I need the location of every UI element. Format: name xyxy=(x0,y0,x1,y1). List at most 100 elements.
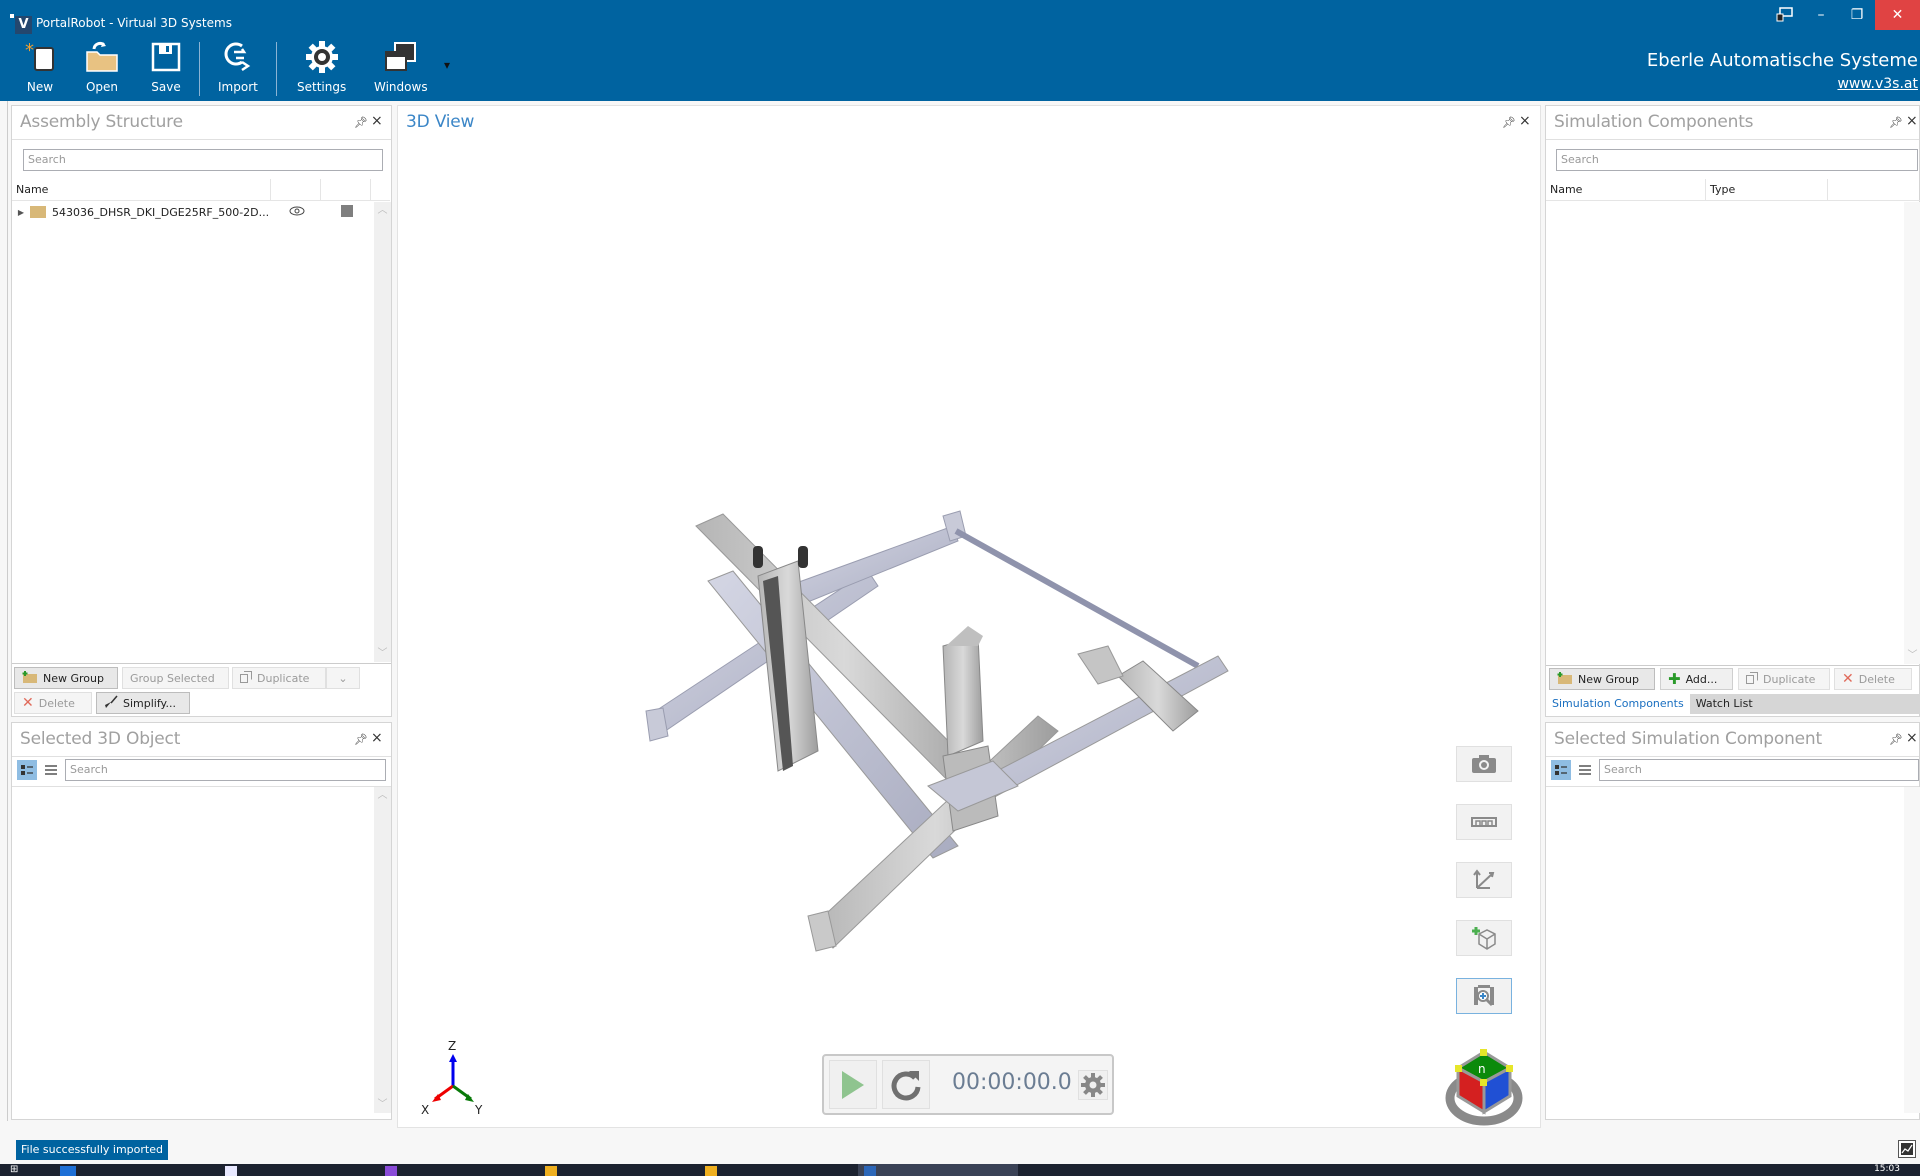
gear-icon xyxy=(1081,1073,1105,1097)
plus-icon: ✚ xyxy=(1668,670,1681,688)
duplicate-button[interactable]: Duplicate xyxy=(232,667,326,689)
settings-button[interactable]: Settings xyxy=(297,38,346,98)
close-panel-icon[interactable]: × xyxy=(1906,730,1918,746)
view-cube[interactable]: n xyxy=(1444,1046,1524,1126)
taskbar-app-icon[interactable] xyxy=(545,1166,557,1176)
delete-x-icon: ✕ xyxy=(22,695,34,711)
remote-help-icon[interactable] xyxy=(1767,0,1803,30)
vertical-scrollbar[interactable]: ﹀ xyxy=(1904,202,1920,664)
list-icon xyxy=(45,765,57,775)
scroll-up-icon[interactable]: ︿ xyxy=(374,787,391,804)
new-group-button[interactable]: New Group xyxy=(14,667,118,689)
column-header-visibility[interactable] xyxy=(271,179,321,200)
brand-link[interactable]: www.v3s.at xyxy=(1837,76,1918,92)
search-input[interactable]: Search xyxy=(1556,149,1918,171)
taskbar-app-icon[interactable] xyxy=(225,1166,237,1176)
color-swatch[interactable] xyxy=(322,204,372,220)
add-object-button[interactable] xyxy=(1456,920,1512,956)
app-logo: V xyxy=(10,12,32,34)
more-dropdown-button[interactable]: ⌄ xyxy=(326,667,360,689)
search-input[interactable]: Search xyxy=(65,759,386,781)
reset-button[interactable] xyxy=(882,1060,930,1109)
new-button[interactable]: * New xyxy=(22,38,58,98)
close-panel-icon[interactable]: × xyxy=(1906,113,1918,129)
taskbar-app-icon[interactable] xyxy=(705,1166,717,1176)
pin-icon[interactable]: 📌︎ xyxy=(354,733,368,746)
pin-icon[interactable]: 📌︎ xyxy=(1889,733,1903,746)
new-folder-icon xyxy=(1557,671,1573,687)
delete-button[interactable]: ✕ Delete xyxy=(1834,668,1912,690)
axes-triad: Z X Y xyxy=(421,1039,483,1116)
search-input[interactable]: Search xyxy=(23,149,383,171)
divider xyxy=(1546,139,1919,140)
close-panel-icon[interactable]: × xyxy=(371,113,383,129)
taskbar-clock: 15:03 xyxy=(1874,1164,1900,1174)
divider xyxy=(1546,786,1919,787)
categorized-view-toggle[interactable] xyxy=(1551,760,1571,780)
delete-x-icon: ✕ xyxy=(1842,671,1854,687)
group-selected-button[interactable]: Group Selected xyxy=(122,667,229,689)
start-icon[interactable]: ⊞ xyxy=(10,1164,24,1176)
taskbar-app-icon[interactable] xyxy=(60,1166,76,1176)
scroll-down-icon[interactable]: ﹀ xyxy=(374,1096,391,1113)
minimize-button[interactable]: – xyxy=(1803,0,1839,30)
broom-icon xyxy=(104,695,118,712)
add-button[interactable]: ✚ Add... xyxy=(1660,668,1733,690)
categorized-view-toggle[interactable] xyxy=(17,760,37,780)
close-panel-icon[interactable]: × xyxy=(371,730,383,746)
play-button[interactable] xyxy=(829,1060,877,1109)
zoom-fit-button[interactable] xyxy=(1456,978,1512,1014)
column-header-extra[interactable] xyxy=(1828,179,1920,200)
assembly-structure-panel: Assembly Structure 📌︎ × Search Name ▶ 54… xyxy=(11,105,392,717)
restore-button[interactable]: ❐ xyxy=(1839,0,1875,30)
categorized-icon xyxy=(21,765,33,775)
panel-title: 3D View xyxy=(406,112,475,132)
simulation-settings-button[interactable] xyxy=(1078,1070,1108,1100)
tree-row[interactable]: ▶ 543036_DHSR_DKI_DGE25RF_500-2D... xyxy=(12,202,374,222)
open-button[interactable]: Open xyxy=(84,38,120,98)
taskbar-active-app[interactable] xyxy=(858,1164,1018,1176)
taskbar-app-icon[interactable] xyxy=(385,1166,397,1176)
new-group-button[interactable]: New Group xyxy=(1549,668,1655,690)
categorized-icon xyxy=(1555,765,1567,775)
scroll-down-icon[interactable]: ﹀ xyxy=(1904,647,1920,664)
vertical-scrollbar[interactable]: ︿ ﹀ xyxy=(374,787,391,1113)
scroll-down-icon[interactable]: ﹀ xyxy=(374,645,391,662)
tab-watch-list[interactable]: Watch List xyxy=(1690,694,1759,714)
rail-back-top xyxy=(787,510,967,607)
column-header-color[interactable] xyxy=(321,179,371,200)
pin-icon[interactable]: 📌︎ xyxy=(1502,116,1516,129)
coordinate-system-button[interactable] xyxy=(1456,862,1512,898)
list-view-toggle[interactable] xyxy=(1575,760,1595,780)
vertical-scrollbar[interactable]: ︿ ﹀ xyxy=(374,202,391,662)
import-button[interactable]: Import xyxy=(218,38,258,98)
close-button[interactable]: ✕ xyxy=(1875,0,1920,30)
output-log-button[interactable] xyxy=(1898,1140,1916,1158)
column-header-name[interactable]: Name xyxy=(12,179,271,200)
pin-icon[interactable]: 📌︎ xyxy=(1889,116,1903,129)
tab-simulation-components[interactable]: Simulation Components xyxy=(1546,694,1690,714)
column-header-name[interactable]: Name xyxy=(1546,179,1706,200)
windows-button[interactable]: Windows xyxy=(374,38,428,98)
3d-model-viewport[interactable] xyxy=(638,486,1338,966)
simplify-button[interactable]: Simplify... xyxy=(96,692,190,714)
close-panel-icon[interactable]: × xyxy=(1519,113,1531,129)
scroll-up-icon[interactable]: ︿ xyxy=(374,202,391,219)
expand-arrow-icon[interactable]: ▶ xyxy=(12,208,30,217)
save-button[interactable]: Save xyxy=(148,38,184,98)
duplicate-button[interactable]: Duplicate xyxy=(1738,668,1830,690)
pin-icon[interactable]: 📌︎ xyxy=(354,116,368,129)
list-view-toggle[interactable] xyxy=(41,760,61,780)
panel-tabs: Simulation Components Watch List xyxy=(1546,694,1920,714)
x-axis-label: X xyxy=(421,1103,429,1116)
eye-icon[interactable] xyxy=(272,206,322,219)
screenshot-button[interactable] xyxy=(1456,746,1512,782)
search-input[interactable]: Search xyxy=(1599,759,1919,781)
measure-button[interactable] xyxy=(1456,804,1512,840)
vertical-scrollbar[interactable] xyxy=(1904,787,1920,1113)
ribbon-overflow-chevron[interactable]: ▾ xyxy=(444,58,450,72)
selected-3d-object-panel: Selected 3D Object 📌︎ × Search ︿ ﹀ xyxy=(11,722,392,1120)
tree-header: Name xyxy=(12,179,390,201)
column-header-type[interactable]: Type xyxy=(1706,179,1828,200)
delete-button[interactable]: ✕ Delete xyxy=(14,692,92,714)
